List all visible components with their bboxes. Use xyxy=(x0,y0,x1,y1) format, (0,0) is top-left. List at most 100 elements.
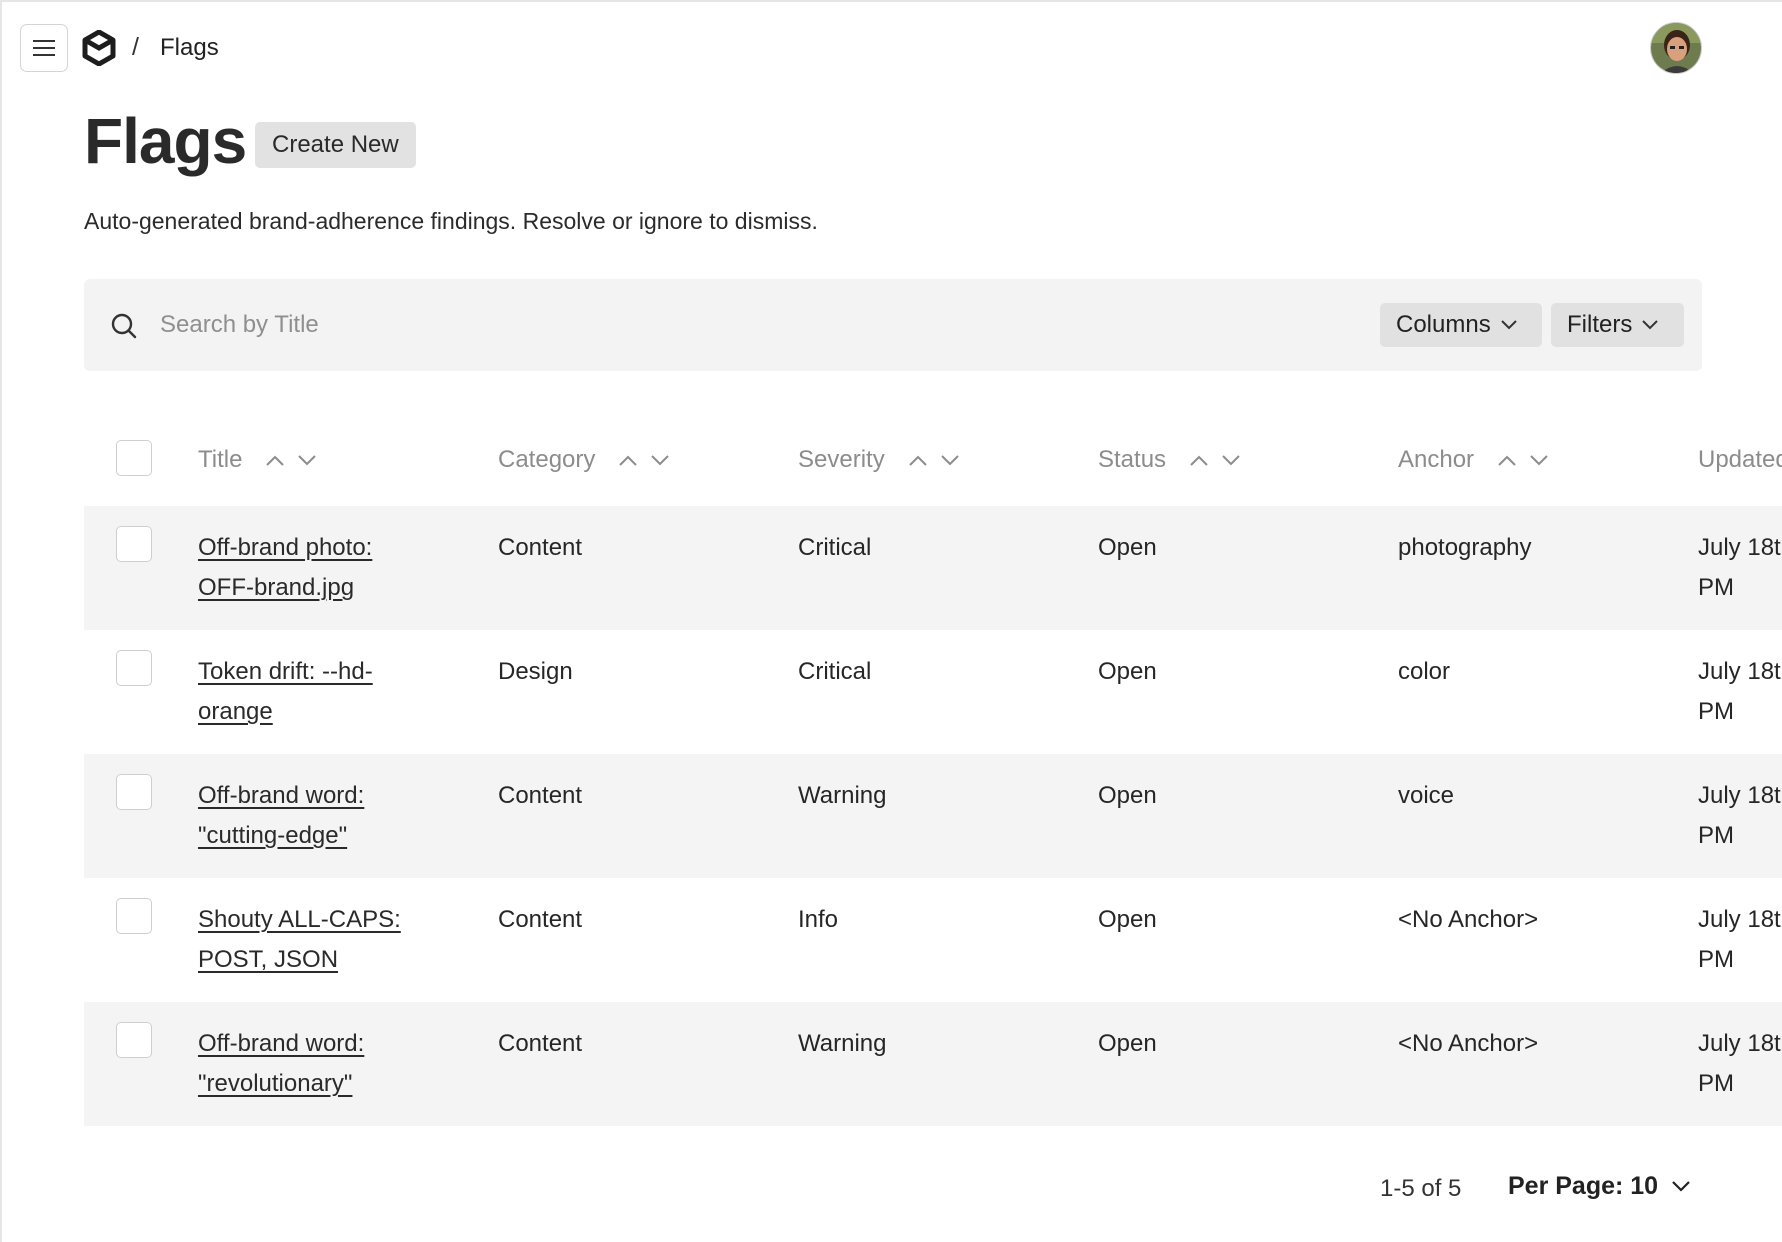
row-checkbox[interactable] xyxy=(116,774,152,810)
updated-cell: July 18t PM xyxy=(1698,1030,1781,1097)
top-bar: / Flags xyxy=(2,2,1782,94)
category-cell: Content xyxy=(498,1030,583,1057)
table-header: Title Category Severity Status Anchor Up… xyxy=(84,410,1782,506)
anchor-cell: photography xyxy=(1398,534,1532,561)
title-cell: Token drift: --hd-orange xyxy=(198,652,423,732)
severity-cell: Info xyxy=(798,906,839,933)
chevron-down-icon[interactable] xyxy=(1530,454,1548,466)
row-checkbox[interactable] xyxy=(116,898,152,934)
flag-title-link[interactable]: Off-brand photo: OFF-brand.jpg xyxy=(198,528,423,608)
search-icon xyxy=(111,313,137,339)
flag-title-link[interactable]: Token drift: --hd-orange xyxy=(198,652,423,732)
category-cell: Content xyxy=(498,782,583,809)
per-page-dropdown[interactable]: Per Page: 10 xyxy=(1508,1172,1690,1201)
column-header-label: Title xyxy=(198,446,243,473)
anchor-cell: <No Anchor> xyxy=(1398,906,1539,933)
app-frame: / Flags Flags Create New Auto-generated … xyxy=(0,0,1782,1242)
flag-title-link[interactable]: Off-brand word: "revolutionary" xyxy=(198,1024,423,1104)
column-header-severity[interactable]: Severity xyxy=(798,446,959,474)
anchor-cell: <No Anchor> xyxy=(1398,1030,1539,1057)
row-checkbox[interactable] xyxy=(116,526,152,562)
severity-cell: Critical xyxy=(798,658,872,685)
table-row: Off-brand word: "revolutionary" Content … xyxy=(84,1002,1782,1126)
title-cell: Off-brand photo: OFF-brand.jpg xyxy=(198,528,423,608)
column-header-title[interactable]: Title xyxy=(198,446,317,474)
title-cell: Off-brand word: "revolutionary" xyxy=(198,1024,423,1104)
anchor-cell: voice xyxy=(1398,782,1455,809)
search-toolbar: Columns Filters xyxy=(84,279,1702,371)
status-cell: Open xyxy=(1098,782,1157,809)
filters-dropdown[interactable]: Filters xyxy=(1551,303,1684,347)
filters-label: Filters xyxy=(1567,311,1633,338)
column-header-label: Severity xyxy=(798,446,885,473)
search-input[interactable] xyxy=(160,301,1160,349)
anchor-cell: color xyxy=(1398,658,1451,685)
severity-cell: Warning xyxy=(798,782,887,809)
column-header-anchor[interactable]: Anchor xyxy=(1398,446,1548,474)
page-subtitle: Auto-generated brand-adherence findings.… xyxy=(84,208,818,234)
row-checkbox[interactable] xyxy=(116,650,152,686)
avatar-image xyxy=(1651,23,1701,73)
select-all-checkbox[interactable] xyxy=(116,440,152,476)
breadcrumb-separator: / xyxy=(132,33,139,61)
chevron-down-icon xyxy=(1672,1181,1690,1192)
page-title: Flags xyxy=(84,105,247,177)
status-cell: Open xyxy=(1098,906,1157,933)
title-cell: Off-brand word: "cutting-edge" xyxy=(198,776,423,856)
column-header-updated[interactable]: Updated xyxy=(1698,446,1782,474)
status-cell: Open xyxy=(1098,658,1157,685)
severity-cell: Critical xyxy=(798,534,872,561)
column-header-label: Anchor xyxy=(1398,446,1475,473)
columns-dropdown[interactable]: Columns xyxy=(1380,303,1542,347)
breadcrumb-current: Flags xyxy=(160,34,219,61)
column-header-label: Status xyxy=(1098,446,1167,473)
status-cell: Open xyxy=(1098,534,1157,561)
sort-controls xyxy=(1498,454,1548,466)
column-header-label: Category xyxy=(498,446,596,473)
table-row: Off-brand photo: OFF-brand.jpg Content C… xyxy=(84,506,1782,630)
per-page-label: Per Page: 10 xyxy=(1508,1172,1659,1200)
pagination-range: 1-5 of 5 xyxy=(1380,1175,1462,1202)
chevron-down-icon[interactable] xyxy=(298,454,317,466)
flag-title-link[interactable]: Off-brand word: "cutting-edge" xyxy=(198,776,423,856)
category-cell: Design xyxy=(498,658,573,685)
chevron-up-icon[interactable] xyxy=(1498,455,1516,466)
chevron-up-icon[interactable] xyxy=(619,455,638,466)
category-cell: Content xyxy=(498,906,583,933)
table-row: Off-brand word: "cutting-edge" Content W… xyxy=(84,754,1782,878)
flags-table: Title Category Severity Status Anchor Up… xyxy=(84,410,1782,1126)
title-cell: Shouty ALL-CAPS: POST, JSON xyxy=(198,900,423,980)
hamburger-icon xyxy=(33,40,55,56)
updated-cell: July 18t PM xyxy=(1698,906,1781,973)
updated-cell: July 18t PM xyxy=(1698,534,1781,601)
sort-controls xyxy=(908,454,959,466)
table-row: Token drift: --hd-orange Design Critical… xyxy=(84,630,1782,754)
chevron-down-icon[interactable] xyxy=(940,454,959,466)
sort-controls xyxy=(1190,454,1240,466)
chevron-up-icon[interactable] xyxy=(1190,455,1208,466)
status-cell: Open xyxy=(1098,1030,1157,1057)
user-avatar[interactable] xyxy=(1650,22,1702,74)
chevron-up-icon[interactable] xyxy=(266,455,285,466)
severity-cell: Warning xyxy=(798,1030,887,1057)
category-cell: Content xyxy=(498,534,583,561)
create-new-button[interactable]: Create New xyxy=(255,122,416,168)
sort-controls xyxy=(266,454,317,466)
column-header-label: Updated xyxy=(1698,446,1782,473)
column-header-status[interactable]: Status xyxy=(1098,446,1240,474)
updated-cell: July 18t PM xyxy=(1698,658,1781,725)
row-checkbox[interactable] xyxy=(116,1022,152,1058)
chevron-down-icon[interactable] xyxy=(1222,454,1240,466)
menu-button[interactable] xyxy=(20,24,68,72)
chevron-down-icon xyxy=(1642,320,1659,330)
flag-title-link[interactable]: Shouty ALL-CAPS: POST, JSON xyxy=(198,900,423,980)
columns-label: Columns xyxy=(1396,311,1491,338)
sort-controls xyxy=(619,454,670,466)
column-header-category[interactable]: Category xyxy=(498,446,670,474)
brand-logo-icon[interactable] xyxy=(82,30,116,66)
table-row: Shouty ALL-CAPS: POST, JSON Content Info… xyxy=(84,878,1782,1002)
chevron-up-icon[interactable] xyxy=(908,455,927,466)
updated-cell: July 18t PM xyxy=(1698,782,1781,849)
chevron-down-icon xyxy=(1500,320,1517,330)
chevron-down-icon[interactable] xyxy=(651,454,670,466)
